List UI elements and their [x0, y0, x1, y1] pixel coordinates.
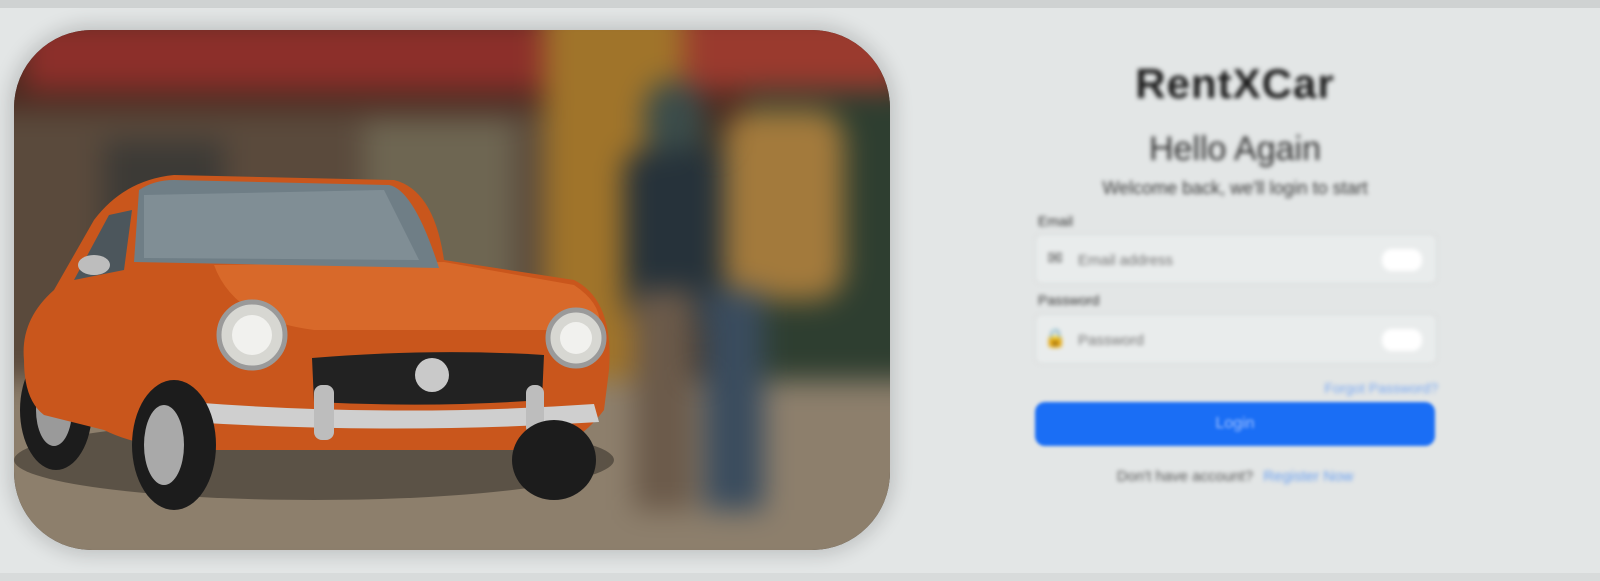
greeting-heading: Hello Again [1148, 130, 1321, 168]
password-field[interactable]: 🔒 [1035, 314, 1437, 364]
register-link[interactable]: Register Now [1263, 468, 1353, 485]
signup-row: Don't have account? Register Now [1030, 468, 1440, 485]
password-input[interactable] [1076, 325, 1410, 355]
window-top-bar [0, 0, 1600, 8]
mail-icon: ✉ [1047, 248, 1063, 268]
login-button[interactable]: Login [1035, 402, 1435, 446]
orange-car-illustration [14, 175, 614, 510]
signup-prompt: Don't have account? [1116, 468, 1254, 485]
email-field[interactable]: ✉ [1035, 234, 1437, 284]
login-panel: RentXCar Hello Again Welcome back, we'll… [1030, 40, 1440, 520]
password-label: Password [1038, 292, 1100, 308]
email-label: Email [1038, 213, 1074, 229]
lock-icon: 🔒 [1044, 328, 1067, 348]
forgot-password-link[interactable]: Forgot Password? [1288, 380, 1438, 396]
hero-car-image [14, 30, 890, 550]
login-subtitle: Welcome back, we'll login to start [1102, 178, 1368, 198]
password-visibility-toggle[interactable] [1382, 329, 1422, 351]
window-bottom-bar [0, 573, 1600, 581]
brand-title: RentXCar [1135, 60, 1335, 107]
email-field-decoration [1382, 249, 1422, 271]
email-input[interactable] [1076, 245, 1410, 275]
